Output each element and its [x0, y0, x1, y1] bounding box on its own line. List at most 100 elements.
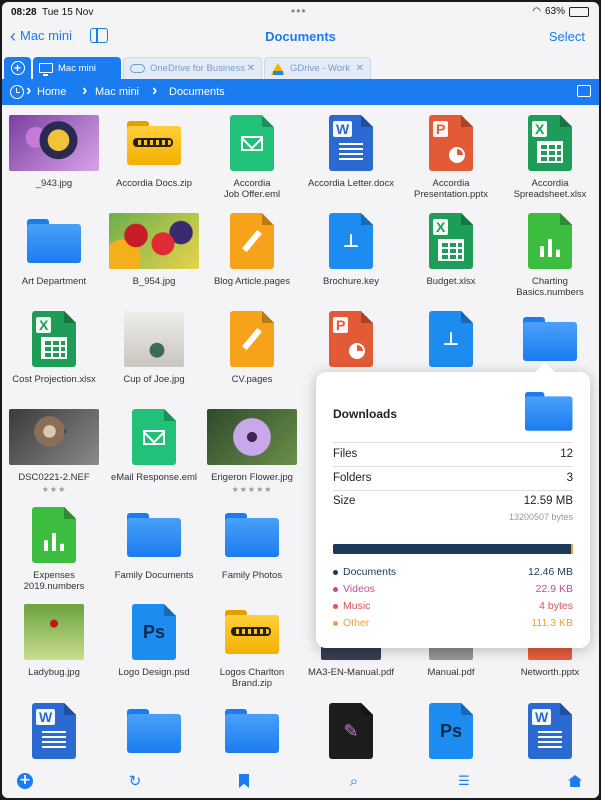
file-item[interactable]: Cup of Joe.jpg: [104, 308, 204, 385]
zip-archive-icon: [225, 610, 279, 654]
tab-bar: + Mac mini OneDrive for Business ✕ GDriv…: [2, 55, 599, 79]
files-label: Files: [333, 448, 358, 460]
file-item[interactable]: Family Documents: [104, 504, 204, 581]
file-item[interactable]: Accordia Job Offer.eml: [202, 112, 302, 200]
new-tab-button[interactable]: +: [4, 57, 31, 79]
close-icon[interactable]: ✕: [247, 63, 255, 74]
file-name: Accordia Job Offer.eml: [223, 178, 281, 200]
zip-archive-icon: [127, 121, 181, 165]
file-name: MA3-EN-Manual.pdf: [307, 667, 395, 678]
chevron-right-icon: ›: [82, 82, 88, 99]
file-item[interactable]: X Accordia Spreadsheet.xlsx: [500, 112, 599, 200]
file-item[interactable]: X Budget.xlsx: [401, 210, 501, 287]
keynote-file-icon: ⊥: [429, 311, 473, 367]
file-item[interactable]: Ps Logo Design.psd: [104, 601, 204, 678]
file-item[interactable]: eMail Response.eml: [104, 406, 204, 483]
file-item[interactable]: Blog Article.pages: [202, 210, 302, 287]
word-document-icon: W: [329, 115, 373, 171]
file-item[interactable]: P Accordia Presentation.pptx: [401, 112, 501, 200]
file-item[interactable]: ⊥ Brochure.key: [301, 210, 401, 287]
file-item[interactable]: [202, 700, 302, 766]
bookmarks-button[interactable]: [235, 772, 253, 790]
file-item[interactable]: W: [500, 700, 599, 766]
word-document-icon: W: [32, 703, 76, 759]
file-icon-wrap: [202, 112, 302, 174]
refresh-button[interactable]: ↻: [126, 772, 144, 790]
divider: [333, 466, 573, 467]
tab-onedrive[interactable]: OneDrive for Business ✕: [123, 57, 262, 79]
sort-button[interactable]: ☰: [455, 772, 473, 790]
legend-name: Documents: [343, 566, 397, 578]
thumbnail-image: [9, 115, 99, 171]
file-icon-wrap: X: [500, 112, 599, 174]
file-item[interactable]: B_954.jpg: [104, 210, 204, 287]
rating-stars: ★★★: [41, 485, 67, 494]
file-item[interactable]: W: [4, 700, 104, 766]
file-icon-wrap: [4, 406, 104, 468]
file-icon-wrap: P: [401, 112, 501, 174]
file-item[interactable]: Art Department: [4, 210, 104, 287]
file-item[interactable]: Ps: [401, 700, 501, 766]
file-icon-wrap: [104, 308, 204, 370]
file-name: Brochure.key: [323, 276, 379, 287]
file-name: Cost Projection.xlsx: [12, 374, 96, 385]
file-item[interactable]: W Accordia Letter.docx: [301, 112, 401, 189]
popover-title: Downloads: [333, 407, 398, 421]
legend-name: Videos: [343, 583, 375, 595]
folder-icon: [27, 219, 81, 263]
history-icon[interactable]: [10, 85, 24, 99]
file-item[interactable]: Charting Basics.numbers: [500, 210, 599, 298]
home-icon: [568, 775, 582, 787]
status-time: 08:28: [11, 7, 37, 18]
add-icon: +: [17, 773, 33, 789]
file-item[interactable]: ⊥: [401, 308, 501, 374]
tab-mac-mini[interactable]: Mac mini: [33, 57, 121, 79]
file-item[interactable]: Family Photos: [202, 504, 302, 581]
file-icon-wrap: W: [500, 700, 599, 762]
file-item[interactable]: Logos Charlton Brand.zip: [202, 601, 302, 689]
add-button[interactable]: +: [16, 772, 34, 790]
file-name: Family Photos: [221, 570, 283, 581]
breadcrumb-mac-mini[interactable]: Mac mini: [95, 86, 139, 98]
file-item[interactable]: P: [301, 308, 401, 374]
folder-icon: [225, 709, 279, 753]
file-item[interactable]: DSC0221-2.NEF ★★★: [4, 406, 104, 494]
select-button[interactable]: Select: [549, 29, 585, 44]
close-icon[interactable]: ✕: [356, 63, 364, 74]
file-item[interactable]: ✎: [301, 700, 401, 766]
wifi-icon: ◠: [532, 6, 541, 17]
thumbnail-image: [9, 409, 99, 465]
file-icon-wrap: [202, 700, 302, 762]
file-name: Accordia Letter.docx: [307, 178, 395, 189]
excel-file-icon: X: [429, 213, 473, 269]
file-item[interactable]: CV.pages: [202, 308, 302, 385]
breadcrumb-documents[interactable]: Documents: [169, 86, 225, 98]
legend-value: 12.46 MB: [528, 566, 573, 578]
navigation-bar: ‹ Mac mini Documents Select: [2, 22, 599, 54]
file-icon-wrap: ⊥: [401, 308, 501, 370]
multitasking-dots-icon[interactable]: •••: [291, 4, 307, 18]
preview-toggle-icon[interactable]: [577, 85, 591, 97]
file-item[interactable]: X Cost Projection.xlsx: [4, 308, 104, 385]
search-button[interactable]: ⌕: [345, 772, 363, 790]
numbers-file-icon: [528, 213, 572, 269]
file-icon-wrap: [4, 210, 104, 272]
file-icon-wrap: [104, 504, 204, 566]
file-item[interactable]: [500, 308, 599, 374]
file-icon-wrap: [104, 700, 204, 762]
breadcrumb-home[interactable]: Home: [37, 86, 66, 98]
tab-gdrive[interactable]: GDrive - Work ✕: [264, 57, 371, 79]
file-icon-wrap: [500, 210, 599, 272]
file-item[interactable]: Expenses 2019.numbers: [4, 504, 104, 592]
file-item[interactable]: Ladybug.jpg: [4, 601, 104, 678]
file-icon-wrap: [202, 504, 302, 566]
size-row: Size 12.59 MB: [333, 495, 573, 507]
files-value: 12: [560, 448, 573, 460]
home-button[interactable]: [566, 772, 584, 790]
file-item[interactable]: Accordia Docs.zip: [104, 112, 204, 189]
legend-value: 111.3 KB: [531, 617, 573, 629]
file-item[interactable]: [104, 700, 204, 766]
excel-file-icon: X: [32, 311, 76, 367]
file-item[interactable]: _943.jpg: [4, 112, 104, 189]
file-item[interactable]: Erigeron Flower.jpg ★★★★★: [202, 406, 302, 494]
